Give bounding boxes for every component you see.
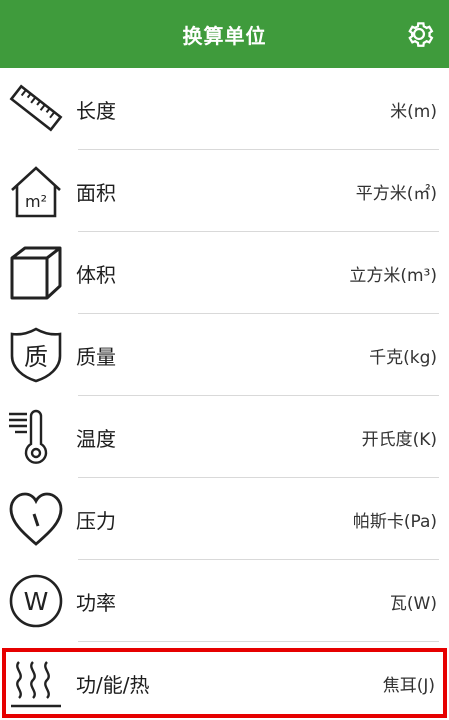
- cube-icon: [6, 243, 66, 303]
- category-length[interactable]: 长度 米(m): [0, 68, 449, 150]
- power-w-icon: W: [6, 571, 66, 631]
- category-label: 压力: [76, 508, 116, 533]
- category-unit: 开氏度(K): [361, 429, 437, 450]
- ruler-icon: [6, 79, 66, 139]
- category-unit: 千克(kg): [369, 347, 437, 368]
- category-label: 质量: [76, 344, 116, 369]
- heat-waves-icon: [6, 653, 66, 713]
- pressure-heart-icon: [6, 489, 66, 549]
- mass-shield-icon: 质: [6, 325, 66, 385]
- category-label: 体积: [76, 262, 116, 287]
- category-temperature[interactable]: 温度 开氏度(K): [0, 396, 449, 478]
- category-area[interactable]: m² 面积 平方米(㎡): [0, 150, 449, 232]
- category-label: 功率: [76, 590, 116, 615]
- category-pressure[interactable]: 压力 帕斯卡(Pa): [0, 478, 449, 560]
- unit-category-list: 长度 米(m) m² 面积 平方米(㎡) 体积 立方米(m³) 质 质量 千克(…: [0, 68, 449, 718]
- category-label: 面积: [76, 180, 116, 205]
- category-unit: 帕斯卡(Pa): [352, 511, 437, 532]
- mass-icon-text: 质: [24, 343, 48, 371]
- page-title: 换算单位: [182, 23, 267, 48]
- category-unit: 焦耳(J): [382, 675, 435, 696]
- category-energy[interactable]: 功/能/热 焦耳(J): [2, 648, 447, 718]
- category-label: 功/能/热: [76, 672, 150, 697]
- category-volume[interactable]: 体积 立方米(m³): [0, 232, 449, 314]
- category-mass[interactable]: 质 质量 千克(kg): [0, 314, 449, 396]
- category-unit: 平方米(㎡): [355, 183, 437, 204]
- category-label: 温度: [76, 426, 116, 451]
- category-power[interactable]: W 功率 瓦(W): [0, 560, 449, 642]
- category-label: 长度: [76, 98, 116, 123]
- thermometer-icon: [6, 407, 66, 467]
- gear-icon: [408, 22, 434, 47]
- power-icon-text: W: [24, 587, 49, 616]
- settings-button[interactable]: [399, 14, 439, 54]
- area-icon-text: m²: [25, 192, 47, 211]
- category-unit: 立方米(m³): [349, 265, 437, 286]
- app-header: 换算单位: [0, 0, 449, 68]
- category-unit: 米(m): [390, 101, 437, 122]
- area-house-icon: m²: [6, 161, 66, 221]
- category-unit: 瓦(W): [389, 593, 437, 614]
